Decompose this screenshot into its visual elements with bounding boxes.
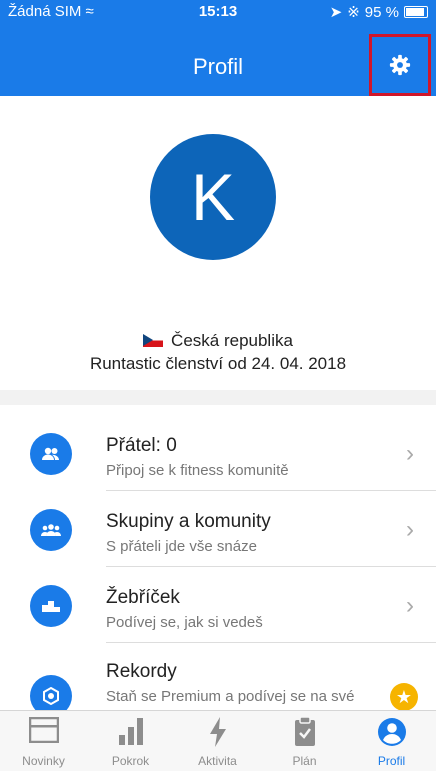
- profile-menu: Přátel: 0 Připoj se k fitness komunitě ›…: [0, 405, 436, 710]
- gear-icon: [389, 54, 411, 76]
- tab-progress[interactable]: Pokrok: [87, 711, 174, 771]
- tab-label: Pokrok: [111, 754, 150, 768]
- chevron-right-icon: ›: [406, 516, 414, 543]
- status-right: ➤ ※ 95 %: [330, 3, 428, 21]
- settings-button[interactable]: [369, 34, 431, 96]
- menu-item-subtitle: S přáteli jde vše snáze: [106, 538, 257, 555]
- premium-star-icon: ★: [390, 683, 418, 710]
- menu-item-subtitle: Podívej se, jak si vedeš: [106, 614, 263, 631]
- profile-header: K Česká republika Runtastic členství od …: [0, 96, 436, 390]
- menu-item-title: Žebříček: [106, 587, 180, 608]
- groups-icon: [30, 509, 72, 551]
- menu-item-groups[interactable]: Skupiny a komunity S přáteli jde vše sná…: [0, 491, 436, 567]
- czech-flag-icon: [143, 334, 164, 347]
- tab-activity[interactable]: Aktivita: [174, 711, 261, 771]
- avatar[interactable]: K: [150, 134, 276, 260]
- location-icon: ➤: [329, 4, 343, 21]
- tab-label: Plán: [292, 754, 317, 768]
- bluetooth-icon: ※: [347, 4, 360, 21]
- plan-icon: [294, 717, 315, 746]
- menu-item-title: Přátel: 0: [106, 435, 177, 456]
- friends-icon: [30, 433, 72, 475]
- menu-item-subtitle: Staň se Premium a podívej se na své: [106, 688, 355, 705]
- battery-label: 95 %: [364, 3, 399, 21]
- battery-icon: [404, 6, 428, 18]
- tab-label: Aktivita: [198, 754, 237, 768]
- tab-label: Novinky: [22, 754, 65, 768]
- progress-icon: [118, 718, 143, 745]
- chevron-right-icon: ›: [406, 592, 414, 619]
- country-line: Česká republika: [0, 331, 436, 351]
- chevron-right-icon: ›: [406, 440, 414, 467]
- menu-item-subtitle: Připoj se k fitness komunitě: [106, 462, 289, 479]
- menu-item-leaderboard[interactable]: Žebříček Podívej se, jak si vedeš ›: [0, 567, 436, 643]
- tab-bar: Novinky Pokrok Aktivita Plán Profil: [0, 710, 436, 771]
- menu-item-title: Skupiny a komunity: [106, 511, 271, 532]
- tab-profile[interactable]: Profil: [348, 711, 435, 771]
- membership-label: Runtastic členství od 24. 04. 2018: [89, 354, 347, 373]
- country-label: Česká republika: [171, 331, 293, 350]
- menu-item-title: Rekordy: [106, 661, 177, 682]
- tab-news[interactable]: Novinky: [0, 711, 87, 771]
- profile-icon: [377, 718, 406, 746]
- tab-label: Profil: [377, 754, 406, 768]
- activity-icon: [209, 717, 226, 747]
- menu-item-records[interactable]: Rekordy Staň se Premium a podívej se na …: [0, 643, 436, 710]
- tab-plan[interactable]: Plán: [261, 711, 348, 771]
- leaderboard-icon: [30, 585, 72, 627]
- records-icon: [30, 675, 72, 710]
- news-icon: [28, 717, 59, 743]
- nav-bar: Profil: [0, 24, 436, 96]
- menu-item-friends[interactable]: Přátel: 0 Připoj se k fitness komunitě ›: [0, 415, 436, 491]
- status-bar: Žádná SIM ≈ 15:13 ➤ ※ 95 %: [0, 0, 436, 24]
